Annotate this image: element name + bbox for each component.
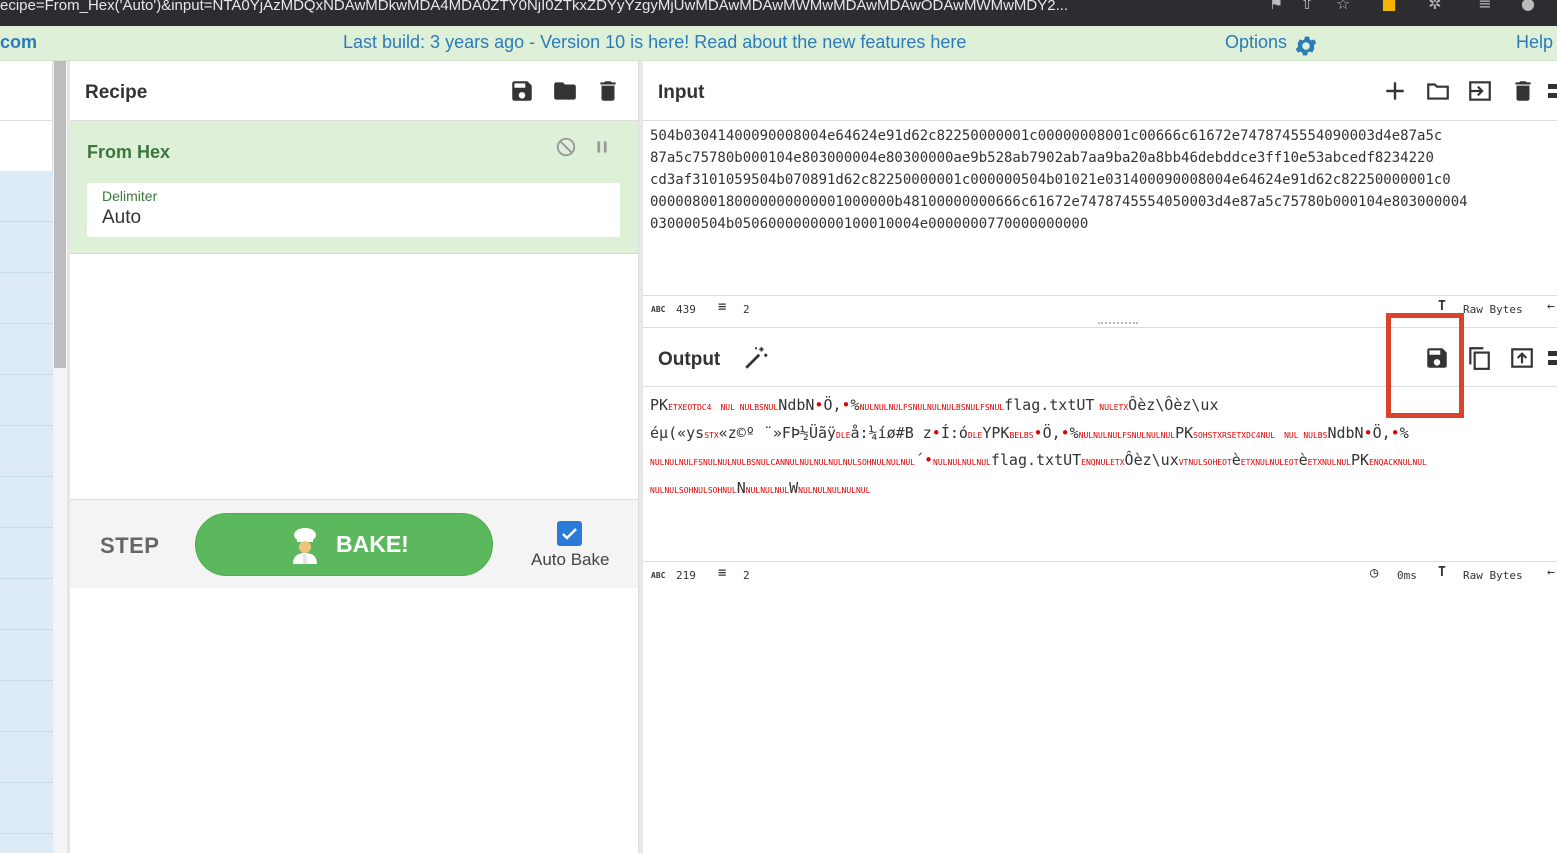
bake-label: BAKE! — [336, 531, 409, 557]
step-button[interactable]: STEP — [100, 533, 159, 559]
extensions-puzzle-icon[interactable]: ✲ — [1426, 0, 1444, 13]
input-line: 030000504b0506000000000100010004e0000000… — [650, 216, 1089, 232]
input-textarea[interactable]: 504b03041400090008004e64624e91d62c822500… — [650, 125, 1557, 295]
output-line: NULNULSOHNULSOHNULNNULNULNULWNULNULNULNU… — [650, 478, 871, 497]
output-title: Output — [658, 349, 721, 370]
operations-scrollbar[interactable] — [53, 61, 67, 853]
delimiter-value[interactable]: Auto — [102, 207, 502, 229]
site-brand[interactable]: com — [0, 32, 37, 53]
length-icon: ABC — [651, 305, 666, 314]
more-icon[interactable] — [1548, 78, 1557, 104]
recipe-header: Recipe — [70, 61, 638, 121]
operation-item[interactable] — [0, 783, 53, 834]
delimiter-field[interactable]: Delimiter Auto — [87, 183, 620, 237]
browser-address-bar[interactable]: ecipe=From_Hex('Auto')&input=NTA0YjAzMDQ… — [0, 0, 1557, 26]
checkmark-icon — [562, 528, 577, 540]
reading-list-icon[interactable]: ≡ — [1476, 0, 1494, 13]
options-link[interactable]: Options — [1225, 32, 1287, 53]
output-format[interactable]: Raw Bytes — [1463, 569, 1523, 582]
output-line: éµ(«ysSTX«z©º ¨»FÞ½ÜãÿDLEå:¼íø#B z•Í:óDL… — [650, 423, 1409, 442]
operation-item[interactable] — [0, 528, 53, 579]
auto-bake-label: Auto Bake — [531, 550, 610, 569]
output-length: 219 — [676, 569, 696, 582]
output-time: 0ms — [1397, 569, 1417, 582]
io-pane: Input 504b03041400090008004e64624e91d62c… — [643, 61, 1557, 853]
annotation-highlight-box — [1386, 313, 1464, 418]
folder-icon[interactable] — [1425, 78, 1451, 104]
output-status-bar: ABC 219 ≡ 2 ◷ 0ms T Raw Bytes ← — [643, 561, 1557, 589]
operation-item[interactable] — [0, 681, 53, 732]
lines-icon: ≡ — [718, 565, 727, 581]
input-title: Input — [658, 82, 705, 103]
input-length: 439 — [676, 303, 696, 316]
operation-item[interactable] — [0, 324, 53, 375]
replace-input-icon[interactable] — [1509, 345, 1535, 371]
trash-icon[interactable] — [1510, 78, 1536, 104]
input-line: 504b03041400090008004e64624e91d62c822500… — [650, 128, 1443, 144]
bookmark-star-icon[interactable]: ☆ — [1334, 0, 1352, 13]
text-format-icon[interactable]: T — [1438, 565, 1446, 580]
bake-controls: STEP BAKE! Auto Bake — [70, 499, 638, 588]
operations-search[interactable] — [0, 61, 53, 121]
input-line: 00000800180000000000001000000b4810000000… — [650, 194, 1468, 210]
operation-title: From Hex — [87, 142, 171, 162]
copy-icon[interactable] — [1466, 345, 1492, 371]
operation-item[interactable] — [0, 273, 53, 324]
lines-icon: ≡ — [718, 299, 727, 315]
operation-item[interactable] — [0, 426, 53, 477]
operation-item[interactable] — [0, 630, 53, 681]
extension-icon[interactable]: ■ — [1380, 0, 1398, 13]
profile-avatar-icon[interactable]: ● — [1519, 0, 1537, 13]
version-notice[interactable]: Last build: 3 years ago - Version 10 is … — [343, 32, 966, 53]
save-icon[interactable] — [509, 78, 535, 104]
clock-icon: ◷ — [1370, 565, 1379, 581]
translate-icon[interactable]: ⚑ — [1267, 0, 1285, 13]
chevron-left-icon[interactable]: ← — [1547, 565, 1555, 580]
output-line: NULNULNULFSNULNULNULBSNULCANNULNULNULNUL… — [650, 451, 1427, 469]
notice-banner: com Last build: 3 years ago - Version 10… — [0, 26, 1557, 61]
delimiter-label: Delimiter — [102, 188, 158, 204]
folder-icon[interactable] — [552, 78, 578, 104]
recipe-pane: Recipe From Hex Delimiter Auto — [70, 61, 638, 853]
recipe-title: Recipe — [85, 82, 148, 103]
length-icon: ABC — [651, 571, 666, 580]
operation-item[interactable] — [0, 477, 53, 528]
operation-item[interactable] — [0, 579, 53, 630]
input-lines: 2 — [743, 303, 750, 316]
magic-wand-icon[interactable] — [743, 345, 769, 371]
operation-item[interactable] — [0, 375, 53, 426]
disable-icon[interactable] — [555, 136, 577, 158]
import-icon[interactable] — [1467, 78, 1493, 104]
address-url[interactable]: ecipe=From_Hex('Auto')&input=NTA0YjAzMDQ… — [0, 0, 1068, 14]
gear-icon[interactable] — [1293, 33, 1319, 59]
scrollbar-thumb[interactable] — [54, 61, 66, 368]
output-textarea[interactable]: PKETXEOTDC4 NUL NULBSNULNdbN•Ö,•%NULNULN… — [650, 393, 1557, 561]
operation-item[interactable] — [0, 222, 53, 273]
chevron-left-icon[interactable]: ← — [1547, 299, 1555, 314]
trash-icon[interactable] — [595, 78, 621, 104]
chef-icon — [293, 528, 317, 564]
input-header: Input — [643, 61, 1557, 121]
input-line: 87a5c75780b000104e803000004e80300000ae9b… — [650, 150, 1434, 166]
more-icon[interactable] — [1548, 345, 1557, 371]
operation-item[interactable] — [0, 171, 53, 222]
bake-button[interactable]: BAKE! — [195, 513, 493, 576]
io-split-handle[interactable] — [1098, 322, 1138, 325]
help-link[interactable]: Help — [1516, 32, 1553, 53]
share-icon[interactable]: ⇧ — [1298, 0, 1316, 13]
input-format[interactable]: Raw Bytes — [1463, 303, 1523, 316]
plus-icon[interactable] — [1382, 78, 1408, 104]
auto-bake-checkbox[interactable] — [557, 521, 582, 546]
operations-pane — [0, 61, 53, 853]
input-line: cd3af3101059504b070891d62c82250000001c00… — [650, 172, 1451, 188]
output-lines: 2 — [743, 569, 750, 582]
text-format-icon[interactable]: T — [1438, 299, 1446, 314]
operations-list — [0, 171, 53, 853]
operation-item[interactable] — [0, 732, 53, 783]
recipe-operation-from-hex[interactable]: From Hex Delimiter Auto — [70, 121, 638, 254]
pause-icon[interactable] — [591, 136, 613, 158]
